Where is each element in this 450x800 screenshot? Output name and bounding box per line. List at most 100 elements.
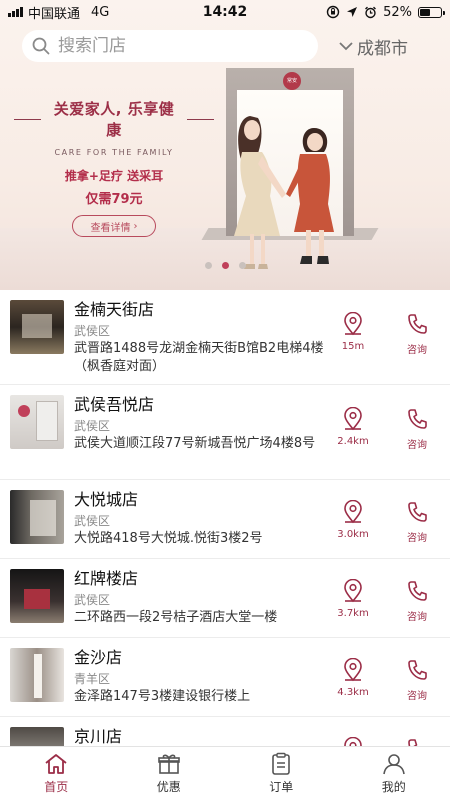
phone-icon bbox=[408, 739, 418, 746]
status-bar: 中国联通 4G 14:42 52% bbox=[0, 0, 450, 24]
consult-label: 咨询 bbox=[407, 533, 427, 544]
promo-subtitle: CARE FOR THE FAMILY bbox=[54, 148, 174, 157]
consult-button[interactable]: 咨询 bbox=[398, 407, 436, 451]
city-name: 成都市 bbox=[357, 38, 408, 59]
promo-headline: 关爱家人, 乐享健康 bbox=[53, 100, 175, 139]
consult-label: 咨询 bbox=[407, 612, 427, 623]
consult-label: 咨询 bbox=[407, 440, 427, 451]
store-row[interactable]: 武侯吾悦店 武侯区 武侯大道顺江段77号新城吾悦广场4楼8号 2.4km 咨询 bbox=[0, 385, 450, 480]
consult-button[interactable]: 咨询 bbox=[398, 312, 436, 356]
store-district: 武侯区 bbox=[74, 324, 111, 338]
search-icon bbox=[32, 37, 50, 55]
carousel-dot-active[interactable] bbox=[221, 262, 229, 269]
store-address: 金泽路147号3楼建设银行楼上 bbox=[74, 689, 251, 704]
chevron-right-icon: › bbox=[133, 220, 138, 232]
alarm-icon bbox=[365, 6, 377, 18]
store-name[interactable]: 京川店 bbox=[74, 727, 336, 746]
view-details-button[interactable]: 查看详情 › bbox=[72, 215, 156, 237]
promo-text-block: 关爱家人, 乐享健康 CARE FOR THE FAMILY 推拿+足疗 送采耳… bbox=[14, 98, 214, 237]
consult-label: 咨询 bbox=[407, 691, 427, 702]
store-distance: 4.3km bbox=[337, 687, 369, 698]
carousel-dot[interactable] bbox=[238, 262, 246, 269]
tab-label: 首页 bbox=[44, 780, 69, 794]
user-icon bbox=[382, 754, 405, 775]
tab-home[interactable]: 首页 bbox=[0, 747, 113, 800]
store-address: 武晋路1488号龙湖金楠天街B馆B2电梯4楼（枫香庭对面） bbox=[74, 341, 324, 374]
store-row[interactable]: 大悦城店 武侯区 大悦路418号大悦城.悦街3楼2号 3.0km 咨询 bbox=[0, 480, 450, 559]
promo-price: 仅需79元 bbox=[85, 192, 143, 207]
store-distance: 2.4km bbox=[337, 436, 369, 447]
location-pin-icon bbox=[344, 312, 362, 336]
store-row[interactable]: 京川店 bbox=[0, 717, 450, 746]
order-icon bbox=[272, 752, 291, 775]
search-input[interactable] bbox=[58, 36, 288, 56]
store-photo bbox=[10, 395, 64, 449]
promo-offer: 推拿+足疗 送采耳 bbox=[64, 169, 164, 183]
store-photo bbox=[10, 727, 64, 746]
location-pin-icon bbox=[344, 500, 362, 524]
phone-icon bbox=[408, 660, 427, 680]
chevron-down-icon bbox=[339, 42, 353, 51]
view-details-label: 查看详情 bbox=[90, 222, 131, 234]
tab-label: 我的 bbox=[381, 780, 406, 794]
store-photo bbox=[10, 569, 64, 623]
consult-button[interactable]: 咨询 bbox=[398, 579, 436, 623]
tab-label: 订单 bbox=[269, 780, 294, 794]
store-distance: 3.0km bbox=[337, 529, 369, 540]
store-name[interactable]: 红牌楼店 bbox=[74, 569, 336, 589]
store-list[interactable]: 金楠天街店 武侯区 武晋路1488号龙湖金楠天街B馆B2电梯4楼（枫香庭对面） … bbox=[0, 290, 450, 746]
store-name[interactable]: 大悦城店 bbox=[74, 490, 336, 510]
clock: 14:42 bbox=[202, 4, 248, 20]
consult-button[interactable] bbox=[398, 737, 436, 746]
carousel-indicator bbox=[0, 262, 450, 269]
store-address: 大悦路418号大悦城.悦街3楼2号 bbox=[74, 531, 263, 546]
navigate-button[interactable] bbox=[334, 737, 372, 746]
battery-percent: 52% bbox=[383, 4, 412, 20]
navigate-button[interactable]: 3.7km bbox=[334, 579, 372, 623]
phone-icon bbox=[408, 314, 427, 334]
store-photo bbox=[10, 490, 64, 544]
store-name[interactable]: 金楠天街店 bbox=[74, 300, 336, 320]
consult-button[interactable]: 咨询 bbox=[398, 500, 436, 544]
store-district: 武侯区 bbox=[74, 593, 111, 607]
navigate-button[interactable]: 2.4km bbox=[334, 407, 372, 451]
store-distance: 3.7km bbox=[337, 608, 369, 619]
search-bar[interactable] bbox=[22, 30, 318, 62]
family-illustration bbox=[234, 116, 334, 269]
store-district: 武侯区 bbox=[74, 419, 111, 433]
phone-icon bbox=[408, 409, 427, 429]
navigate-button[interactable]: 15m bbox=[334, 312, 372, 356]
battery-icon bbox=[418, 6, 445, 18]
tab-offers[interactable]: 优惠 bbox=[113, 747, 226, 800]
tab-label: 优惠 bbox=[156, 780, 181, 794]
store-row[interactable]: 金沙店 青羊区 金泽路147号3楼建设银行楼上 4.3km 咨询 bbox=[0, 638, 450, 717]
location-pin-icon bbox=[344, 407, 362, 431]
carousel-dot[interactable] bbox=[204, 262, 212, 269]
consult-button[interactable]: 咨询 bbox=[398, 658, 436, 702]
tab-orders[interactable]: 订单 bbox=[225, 747, 338, 800]
signal-icon bbox=[8, 7, 23, 17]
store-photo bbox=[10, 648, 64, 702]
navigate-button[interactable]: 4.3km bbox=[334, 658, 372, 702]
tab-profile[interactable]: 我的 bbox=[338, 747, 450, 800]
store-district: 武侯区 bbox=[74, 514, 111, 528]
store-name[interactable]: 金沙店 bbox=[74, 648, 336, 668]
orientation-lock-icon bbox=[326, 5, 340, 19]
store-row[interactable]: 金楠天街店 武侯区 武晋路1488号龙湖金楠天街B馆B2电梯4楼（枫香庭对面） … bbox=[0, 290, 450, 385]
carrier-name: 中国联通 bbox=[28, 6, 81, 22]
store-name[interactable]: 武侯吾悦店 bbox=[74, 395, 336, 415]
decorative-line bbox=[186, 118, 214, 120]
store-distance: 15m bbox=[341, 341, 365, 352]
consult-label: 咨询 bbox=[407, 345, 427, 356]
store-address: 武侯大道顺江段77号新城吾悦广场4楼8号 bbox=[74, 436, 316, 451]
location-arrow-icon bbox=[347, 7, 358, 17]
promo-headline-row: 关爱家人, 乐享健康 bbox=[14, 98, 214, 140]
location-pin-icon bbox=[344, 579, 362, 603]
navigate-button[interactable]: 3.0km bbox=[334, 500, 372, 544]
home-icon bbox=[45, 754, 67, 774]
phone-icon bbox=[408, 581, 427, 601]
phone-icon bbox=[408, 502, 427, 522]
bottom-tab-bar: 首页 优惠 订单 我的 bbox=[0, 746, 450, 800]
city-selector[interactable]: 成都市 bbox=[338, 32, 408, 60]
store-row[interactable]: 红牌楼店 武侯区 二环路西一段2号桔子酒店大堂一楼 3.7km 咨询 bbox=[0, 559, 450, 638]
